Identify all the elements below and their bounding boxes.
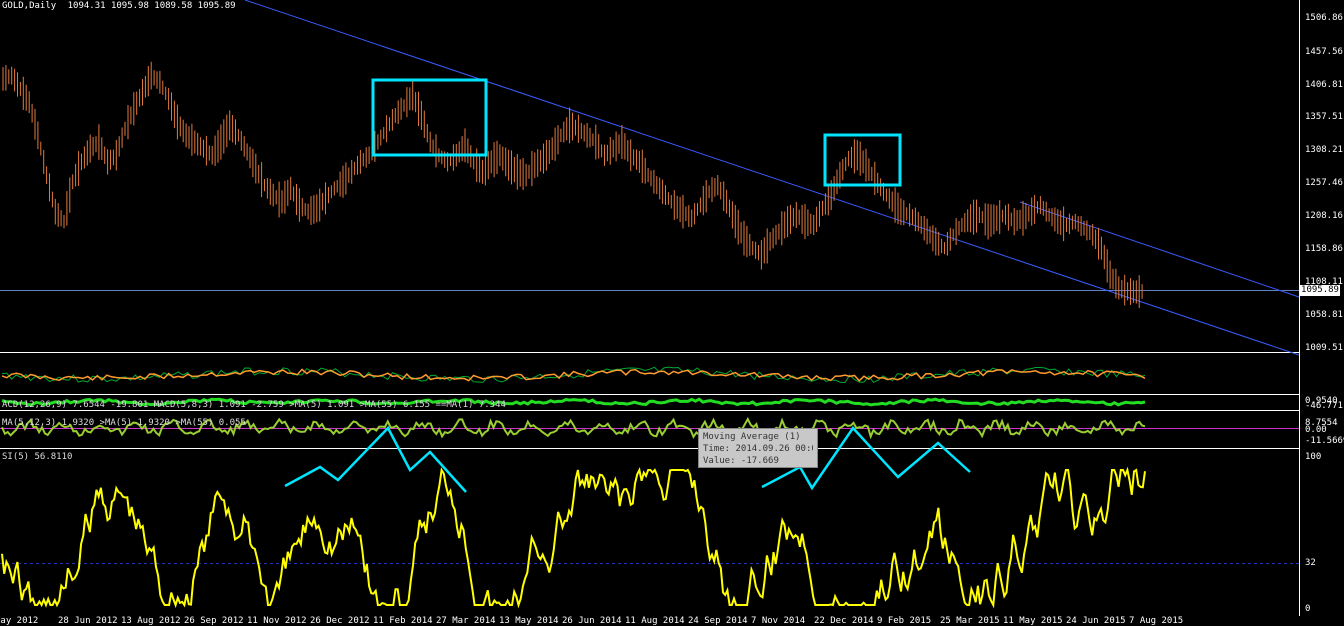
price-chart-canvas[interactable] — [0, 0, 1344, 625]
rsi-axis-0: 0 — [1305, 604, 1311, 614]
ohlc-quote: 1094.31 1095.98 1089.58 1095.89 — [67, 1, 236, 11]
rsi-line — [1, 466, 1146, 609]
symbol-label: GOLD,Daily — [2, 1, 57, 11]
price-tick: 1158.86 — [1305, 244, 1343, 254]
upper-trendline — [244, 0, 1300, 356]
channel-upper-trendline — [1019, 201, 1300, 298]
price-tick: 1208.16 — [1305, 211, 1343, 221]
price-tick: 1506.86 — [1305, 13, 1343, 23]
chart-header: GOLD,Daily 1094.31 1095.98 1089.58 1095.… — [2, 1, 236, 12]
price-tick: 1457.56 — [1305, 47, 1343, 57]
macd-pane — [1, 366, 1146, 384]
price-tick: 1257.46 — [1305, 178, 1343, 188]
tooltip-title: Moving Average (1) — [703, 432, 801, 442]
price-bars — [2, 61, 1143, 309]
price-tick: 1406.81 — [1305, 80, 1343, 90]
price-tick: 1058.81 — [1305, 310, 1343, 320]
tooltip-time: Time: 2014.09.26 00:00 — [703, 444, 813, 454]
highlight-box-2 — [823, 133, 902, 187]
ma-label: MA(5,12,3) 1.9320 >MA(5) 1.9320 >MA(55) … — [2, 418, 246, 428]
ma-axis-bottom: -11.5669 — [1305, 436, 1344, 446]
price-tick: 1009.51 — [1305, 343, 1343, 353]
tooltip-value: Value: -17.669 — [703, 456, 779, 466]
current-price-badge: 1095.89 — [1300, 285, 1340, 296]
macd-label: ACD(12,26,9) 7.6544 -19.801 MACD(5,8,3) … — [2, 400, 506, 410]
macd-axis-bottom: -46.7711 — [1305, 401, 1344, 411]
annotation-arrows — [284, 425, 971, 493]
rsi-axis-100: 100 — [1305, 452, 1322, 462]
ma-axis-zero: 0.00 — [1305, 425, 1327, 435]
rsi-axis-32: 32 — [1305, 558, 1316, 568]
price-tick: 1308.21 — [1305, 145, 1343, 155]
moving-average-tooltip: Moving Average (1) Time: 2014.09.26 00:0… — [698, 428, 818, 468]
price-tick: 1357.51 — [1305, 112, 1343, 122]
rsi-label: SI(5) 56.8110 — [2, 452, 73, 462]
